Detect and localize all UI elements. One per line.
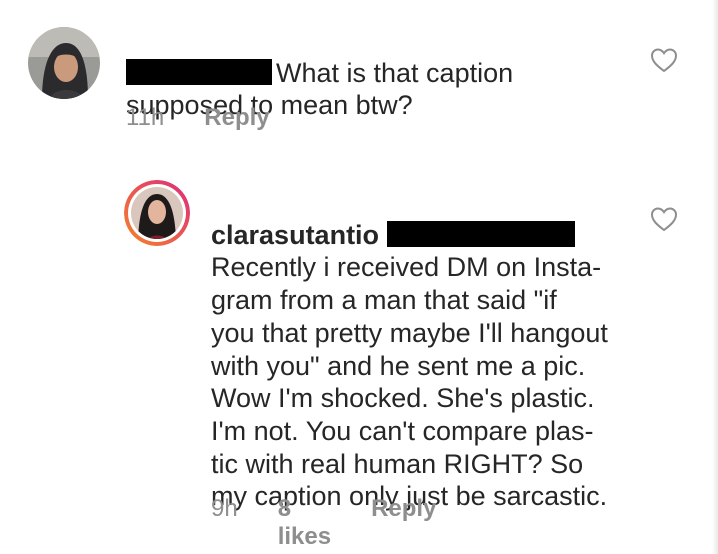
comment-1-meta: 11h Reply bbox=[126, 104, 270, 132]
comment-time: 9h bbox=[211, 495, 238, 522]
like-heart-icon[interactable] bbox=[650, 47, 678, 73]
comment-2-text: Recently i received DM on Insta- gram fr… bbox=[211, 252, 608, 512]
comment-2-meta: 9h 8 likes Reply bbox=[211, 495, 436, 551]
redacted-text bbox=[386, 220, 575, 247]
commenter-avatar[interactable] bbox=[28, 27, 100, 99]
commenter-avatar-story-ring[interactable] bbox=[124, 180, 190, 246]
comment-username[interactable]: clarasutantio bbox=[211, 220, 379, 250]
scroll-edge bbox=[712, 0, 718, 554]
redacted-username bbox=[126, 59, 272, 85]
user-avatar-icon bbox=[28, 27, 100, 99]
comment-2-text-block: clarasutantio Recently i received DM on … bbox=[211, 186, 651, 513]
user-avatar-icon bbox=[124, 180, 190, 246]
comment-time: 11h bbox=[126, 104, 165, 131]
reply-button[interactable]: Reply bbox=[204, 104, 269, 132]
like-heart-icon[interactable] bbox=[650, 206, 678, 232]
reply-button[interactable]: Reply bbox=[371, 495, 436, 523]
likes-count[interactable]: 8 likes bbox=[278, 495, 331, 551]
